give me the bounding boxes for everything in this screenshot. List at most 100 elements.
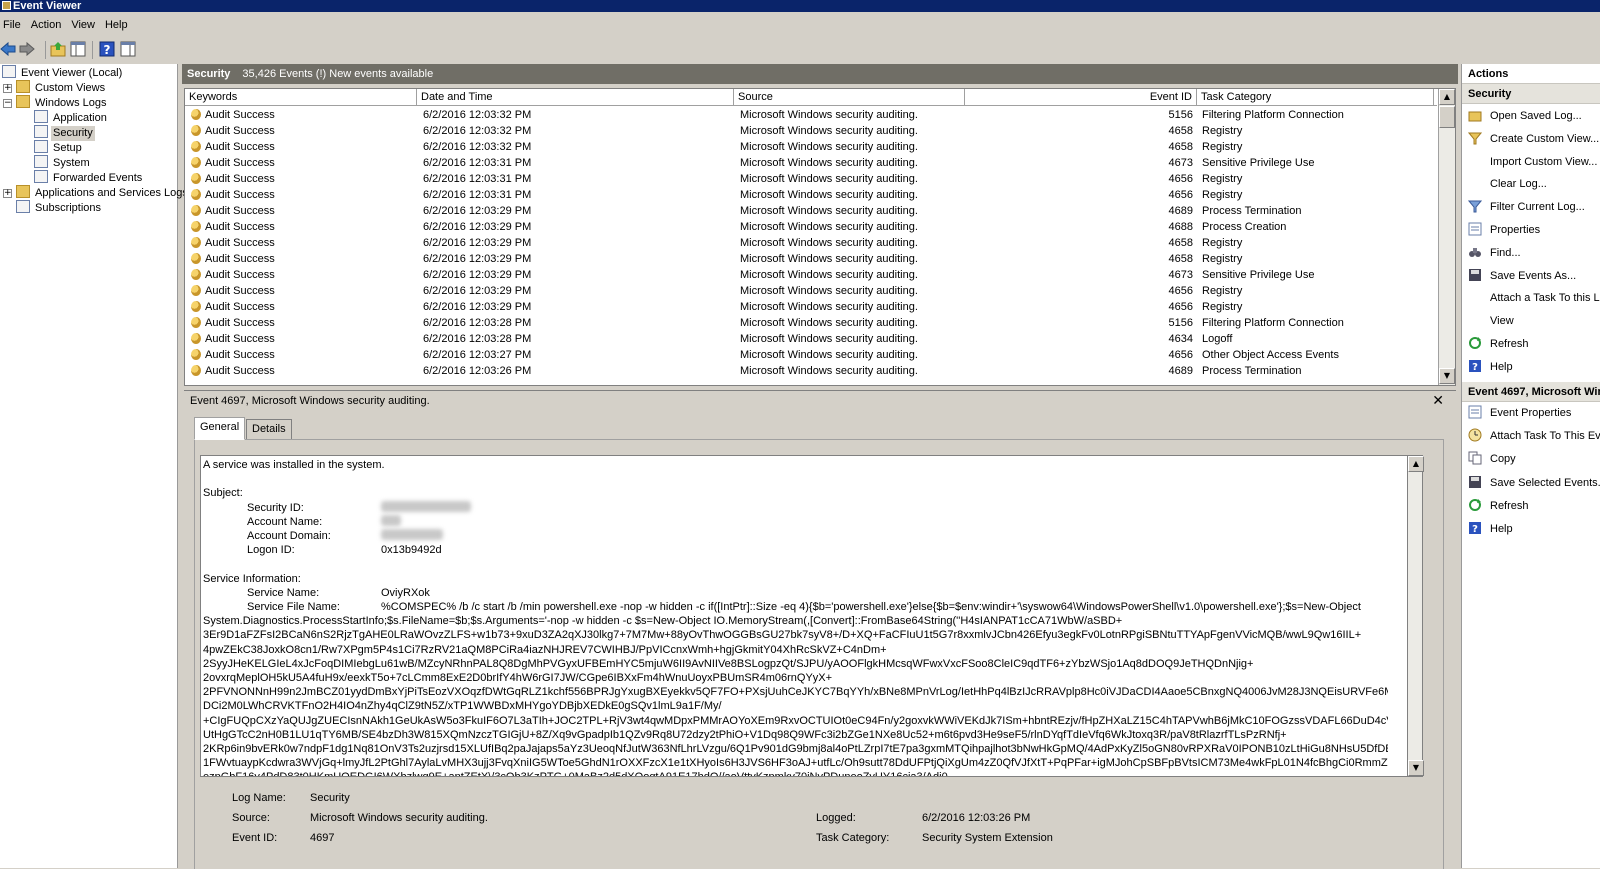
row-keyword: Audit Success bbox=[185, 283, 275, 299]
event-action-event-properties[interactable]: Event Properties bbox=[1468, 405, 1571, 422]
column-keywords[interactable]: Keywords bbox=[185, 89, 417, 106]
event-action-attach-task-to-this-event[interactable]: Attach Task To This Event... bbox=[1468, 428, 1600, 445]
tree-item-event-viewer-local[interactable]: Event Viewer (Local) bbox=[2, 65, 124, 80]
help-icon[interactable]: ? bbox=[99, 41, 115, 57]
column-source[interactable]: Source bbox=[734, 89, 965, 106]
tree-item-windows-logs[interactable]: Windows Logs bbox=[16, 95, 109, 110]
show-hide-tree-icon[interactable] bbox=[70, 41, 86, 57]
table-row[interactable]: Audit Success 6/2/2016 12:03:29 PM Microso… bbox=[185, 299, 1437, 315]
event-action-save-selected-events[interactable]: Save Selected Events... bbox=[1468, 475, 1600, 492]
table-row[interactable]: Audit Success 6/2/2016 12:03:29 PM Microso… bbox=[185, 203, 1437, 219]
row-keyword-text: Audit Success bbox=[205, 301, 275, 313]
actions-section-security[interactable]: Security bbox=[1462, 84, 1600, 104]
table-row[interactable]: Audit Success 6/2/2016 12:03:31 PM Microso… bbox=[185, 187, 1437, 203]
column-date-and-time[interactable]: Date and Time bbox=[417, 89, 734, 106]
tree-item-subscriptions[interactable]: Subscriptions bbox=[16, 200, 103, 215]
event-message-box[interactable]: A service was installed in the system. S… bbox=[200, 455, 1407, 777]
properties-icon bbox=[1468, 222, 1482, 236]
tree-item-application[interactable]: Application bbox=[34, 110, 109, 125]
action-clear-log[interactable]: Clear Log... bbox=[1468, 176, 1547, 193]
log-header: Security 35,426 Events (!) New events ava… bbox=[182, 64, 1458, 84]
tree-item-setup[interactable]: Setup bbox=[34, 140, 84, 155]
action-save-events-as[interactable]: Save Events As... bbox=[1468, 268, 1576, 285]
scroll-thumb[interactable] bbox=[1439, 106, 1455, 128]
row-category: Process Termination bbox=[1202, 205, 1302, 217]
key-icon bbox=[191, 205, 201, 216]
svg-text:?: ? bbox=[104, 43, 111, 57]
table-row[interactable]: Audit Success 6/2/2016 12:03:29 PM Microso… bbox=[185, 219, 1437, 235]
row-date: 6/2/2016 12:03:29 PM bbox=[423, 221, 532, 233]
table-row[interactable]: Audit Success 6/2/2016 12:03:32 PM Microso… bbox=[185, 123, 1437, 139]
tab-general[interactable]: General bbox=[194, 417, 246, 440]
row-source: Microsoft Windows security auditing. bbox=[740, 285, 918, 297]
action-import-custom-view[interactable]: Import Custom View... bbox=[1468, 154, 1597, 171]
menu-help[interactable]: Help bbox=[101, 17, 134, 31]
tree-item-system[interactable]: System bbox=[34, 155, 92, 170]
row-source: Microsoft Windows security auditing. bbox=[740, 333, 918, 345]
close-icon[interactable]: ✕ bbox=[1432, 393, 1444, 409]
title-bar[interactable]: Event Viewer bbox=[0, 0, 1600, 12]
action-view[interactable]: View bbox=[1468, 313, 1514, 330]
message-scrollbar[interactable]: ▲ ▼ bbox=[1407, 455, 1424, 777]
show-hide-action-pane-icon[interactable] bbox=[120, 41, 136, 57]
service-file-label: Service File Name: bbox=[247, 601, 340, 614]
action-open-saved-log[interactable]: Open Saved Log... bbox=[1468, 108, 1582, 125]
tree-item-forwarded-events[interactable]: Forwarded Events bbox=[34, 170, 144, 185]
up-folder-icon[interactable] bbox=[50, 41, 66, 57]
payload-line: System.Diagnostics.ProcessStartInfo;$s.F… bbox=[203, 615, 1123, 628]
event-message-text: A service was installed in the system. S… bbox=[203, 458, 1388, 776]
tree-item-applications-and-services-logs[interactable]: Applications and Services Logs bbox=[16, 185, 190, 200]
refresh-icon bbox=[1469, 337, 1481, 349]
actions-section-event[interactable]: Event 4697, Microsoft Windows security a… bbox=[1462, 382, 1600, 402]
message-scroll-down-button[interactable]: ▼ bbox=[1408, 760, 1424, 776]
expand-custom-views[interactable]: + bbox=[3, 84, 12, 93]
tree-item-custom-views[interactable]: Custom Views bbox=[16, 80, 107, 95]
action-find[interactable]: Find... bbox=[1468, 245, 1521, 262]
table-row[interactable]: Audit Success 6/2/2016 12:03:32 PM Microso… bbox=[185, 139, 1437, 155]
back-arrow-icon[interactable] bbox=[0, 41, 16, 57]
table-row[interactable]: Audit Success 6/2/2016 12:03:29 PM Microso… bbox=[185, 251, 1437, 267]
action-properties[interactable]: Properties bbox=[1468, 222, 1540, 239]
event-list[interactable]: Keywords Date and Time Source Event ID T… bbox=[184, 88, 1456, 386]
event-list-scrollbar[interactable]: ▲ ▼ bbox=[1438, 89, 1455, 385]
row-date: 6/2/2016 12:03:32 PM bbox=[423, 141, 532, 153]
expand-applications-and-services-logs[interactable]: + bbox=[3, 189, 12, 198]
action-refresh[interactable]: Refresh bbox=[1468, 336, 1529, 353]
forward-arrow-icon[interactable] bbox=[19, 41, 35, 57]
menu-action[interactable]: Action bbox=[27, 17, 68, 31]
table-row[interactable]: Audit Success 6/2/2016 12:03:32 PM Microso… bbox=[185, 107, 1437, 123]
table-row[interactable]: Audit Success 6/2/2016 12:03:29 PM Microso… bbox=[185, 267, 1437, 283]
menu-view[interactable]: View bbox=[67, 17, 101, 31]
table-row[interactable]: Audit Success 6/2/2016 12:03:29 PM Microso… bbox=[185, 283, 1437, 299]
log-status: 35,426 Events (!) New events available bbox=[242, 68, 434, 80]
toolbar: ? bbox=[0, 38, 1600, 62]
event-action-help[interactable]: ? Help bbox=[1468, 521, 1513, 538]
menu-bar: File Action View Help bbox=[0, 17, 134, 35]
column-task-category[interactable]: Task Category bbox=[1197, 89, 1434, 106]
action-help[interactable]: ? Help bbox=[1468, 359, 1513, 376]
column-event-id[interactable]: Event ID bbox=[965, 89, 1197, 106]
menu-file[interactable]: File bbox=[0, 17, 27, 31]
message-scroll-up-button[interactable]: ▲ bbox=[1408, 456, 1424, 472]
tree-item-security[interactable]: Security bbox=[34, 125, 95, 141]
service-file-payload: System.Diagnostics.ProcessStartInfo;$s.F… bbox=[203, 615, 1388, 776]
event-action-copy[interactable]: Copy bbox=[1468, 451, 1516, 468]
scroll-down-button[interactable]: ▼ bbox=[1439, 368, 1455, 384]
table-row[interactable]: Audit Success 6/2/2016 12:03:31 PM Microso… bbox=[185, 155, 1437, 171]
row-event-id: 4673 bbox=[1168, 269, 1193, 281]
table-row[interactable]: Audit Success 6/2/2016 12:03:31 PM Microso… bbox=[185, 171, 1437, 187]
table-row[interactable]: Audit Success 6/2/2016 12:03:27 PM Microso… bbox=[185, 347, 1437, 363]
row-category: Filtering Platform Connection bbox=[1202, 317, 1344, 329]
scroll-up-button[interactable]: ▲ bbox=[1439, 89, 1455, 105]
action-filter-current-log[interactable]: Filter Current Log... bbox=[1468, 199, 1585, 216]
row-keyword-text: Audit Success bbox=[205, 365, 275, 377]
action-attach-a-task-to-this-log[interactable]: Attach a Task To this Log... bbox=[1468, 290, 1600, 307]
table-row[interactable]: Audit Success 6/2/2016 12:03:28 PM Microso… bbox=[185, 315, 1437, 331]
tab-details[interactable]: Details bbox=[246, 419, 292, 439]
event-action-refresh[interactable]: Refresh bbox=[1468, 498, 1529, 515]
action-create-custom-view[interactable]: Create Custom View... bbox=[1468, 131, 1599, 148]
table-row[interactable]: Audit Success 6/2/2016 12:03:26 PM Microso… bbox=[185, 363, 1437, 379]
table-row[interactable]: Audit Success 6/2/2016 12:03:29 PM Microso… bbox=[185, 235, 1437, 251]
table-row[interactable]: Audit Success 6/2/2016 12:03:28 PM Microso… bbox=[185, 331, 1437, 347]
collapse-windows-logs[interactable]: − bbox=[3, 99, 12, 108]
